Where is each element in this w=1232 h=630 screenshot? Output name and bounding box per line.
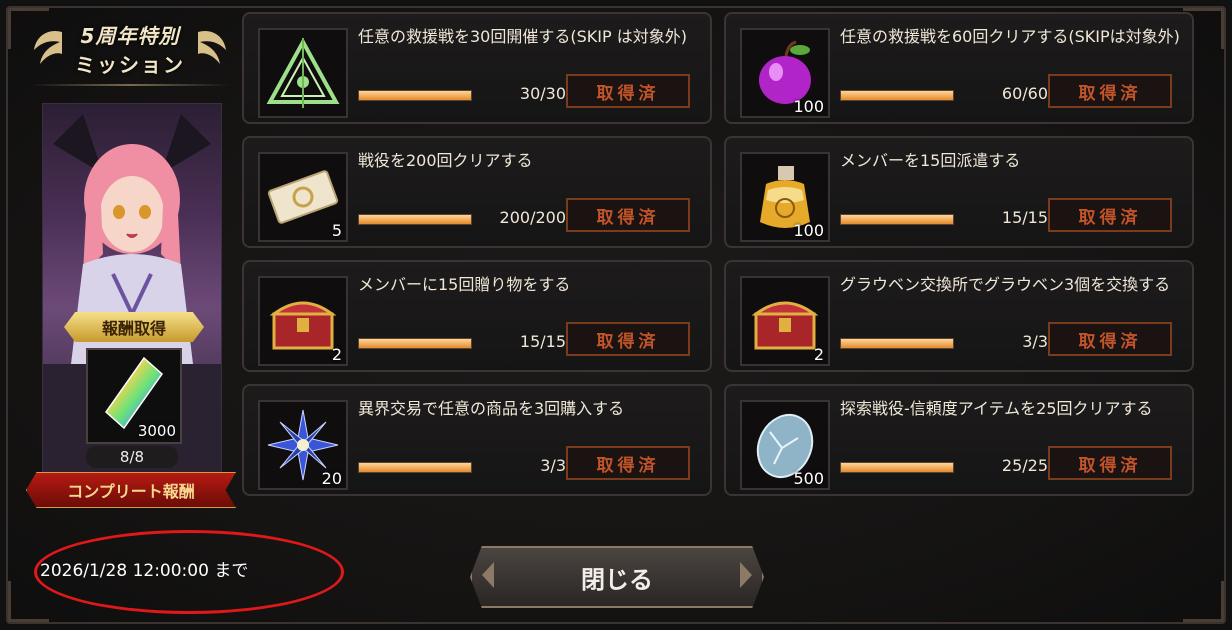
emblem-icon — [266, 37, 340, 108]
mission-reward-item[interactable]: 2 — [258, 276, 348, 366]
claimed-button[interactable]: 取得済 — [566, 446, 690, 480]
ticket-icon — [267, 170, 339, 224]
event-title-line2: ミッション — [75, 53, 185, 77]
mission-progress-bar — [840, 90, 954, 101]
mission-reward-quantity: 2 — [813, 345, 824, 364]
mission-progress-fill — [359, 463, 471, 472]
mission-progress-fill — [841, 215, 953, 224]
mission-title: 異界交易で任意の商品を3回購入する — [358, 399, 625, 418]
mission-title: グラウベン交換所でグラウベン3個を交換する — [840, 275, 1171, 294]
mission-progress-count: 3/3 — [540, 456, 566, 475]
mission-title: 探索戦役-信頼度アイテムを25回クリアする — [840, 399, 1153, 418]
mission-progress-bar — [358, 214, 472, 225]
claimed-button[interactable]: 取得済 — [1048, 446, 1172, 480]
mission-progress-fill — [841, 91, 953, 100]
mission-reward-quantity: 20 — [321, 469, 342, 488]
mission-reward-item[interactable]: 2 — [740, 276, 830, 366]
mission-progress-fill — [359, 339, 471, 348]
mission-title: メンバーに15回贈り物をする — [358, 275, 571, 294]
mission-progress-count: 60/60 — [1001, 84, 1048, 103]
mission-progress-bar — [358, 338, 472, 349]
highlight-circle — [34, 530, 344, 614]
mission-card: 100 メンバーを15回派遣する 15/15 取得済 — [724, 136, 1194, 248]
mission-progress-bar — [358, 462, 472, 473]
mission-reward-item[interactable]: 100 — [740, 152, 830, 242]
mission-reward-item[interactable]: 5 — [258, 152, 348, 242]
claimed-button[interactable]: 取得済 — [566, 74, 690, 108]
mission-progress-bar — [840, 462, 954, 473]
mission-progress-count: 15/15 — [1001, 208, 1048, 227]
close-button-label: 閉じる — [581, 565, 653, 594]
mission-card: 2 メンバーに15回贈り物をする 15/15 取得済 — [242, 260, 712, 372]
mission-reward-quantity: 500 — [793, 469, 824, 488]
mission-progress-fill — [841, 339, 953, 348]
mission-reward-quantity: 5 — [331, 221, 342, 240]
mission-title: 任意の救援戦を30回開催する(SKIP は対象外) — [358, 27, 687, 46]
arrow-ornament-icon — [740, 562, 752, 588]
mission-progress-count: 3/3 — [1022, 332, 1048, 351]
frame-corner-ornament — [8, 581, 49, 622]
mission-reward-item[interactable]: 20 — [258, 400, 348, 490]
frame-corner-ornament — [1183, 581, 1224, 622]
mission-card: 任意の救援戦を30回開催する(SKIP は対象外) 30/30 取得済 — [242, 12, 712, 124]
chest-icon — [269, 301, 337, 350]
close-button[interactable]: 閉じる — [470, 546, 764, 608]
mission-progress-fill — [359, 215, 471, 224]
claimed-button[interactable]: 取得済 — [566, 322, 690, 356]
complete-reward-label: コンプリート報酬 — [26, 472, 236, 508]
mission-progress-bar — [840, 338, 954, 349]
claimed-button[interactable]: 取得済 — [566, 198, 690, 232]
wing-ornament-icon — [34, 30, 62, 64]
mission-card: 2 グラウベン交換所でグラウベン3個を交換する 3/3 取得済 — [724, 260, 1194, 372]
mission-progress-fill — [359, 91, 471, 100]
reward-obtained-label: 報酬取得 — [64, 312, 204, 342]
event-title: 5周年特別 ミッション — [30, 14, 230, 84]
mission-title: 戦役を200回クリアする — [358, 151, 533, 170]
mission-progress-fill — [841, 463, 953, 472]
chest-icon — [751, 301, 819, 350]
mission-reward-item[interactable] — [258, 28, 348, 118]
mission-card: 500 探索戦役-信頼度アイテムを25回クリアする 25/25 取得済 — [724, 384, 1194, 496]
mission-reward-quantity: 100 — [793, 221, 824, 240]
mission-progress-count: 200/200 — [499, 208, 566, 227]
mission-card: 20 異界交易で任意の商品を3回購入する 3/3 取得済 — [242, 384, 712, 496]
mission-progress-count: 25/25 — [1001, 456, 1048, 475]
claimed-button[interactable]: 取得済 — [1048, 198, 1172, 232]
mission-reward-quantity: 2 — [331, 345, 342, 364]
reward-item-slot[interactable]: 3000 — [86, 348, 182, 444]
mission-reward-quantity: 100 — [793, 97, 824, 116]
claimed-button[interactable]: 取得済 — [1048, 322, 1172, 356]
mission-reward-item[interactable]: 100 — [740, 28, 830, 118]
claimed-button[interactable]: 取得済 — [1048, 74, 1172, 108]
mission-progress-count: 30/30 — [519, 84, 566, 103]
wing-ornament-icon — [198, 30, 226, 64]
mission-progress-bar — [840, 214, 954, 225]
mission-title: 任意の救援戦を60回クリアする(SKIPは対象外) — [840, 27, 1180, 46]
arrow-ornament-icon — [482, 562, 494, 588]
mission-card: 5 戦役を200回クリアする 200/200 取得済 — [242, 136, 712, 248]
event-title-line1: 5周年特別 — [80, 24, 180, 48]
mission-progress-count: 15/15 — [519, 332, 566, 351]
mission-title: メンバーを15回派遣する — [840, 151, 1021, 170]
reward-quantity: 3000 — [137, 422, 176, 440]
mission-reward-item[interactable]: 500 — [740, 400, 830, 490]
mission-progress-bar — [358, 90, 472, 101]
mission-progress-count: 8/8 — [86, 446, 178, 468]
title-divider — [30, 84, 230, 86]
mission-card: 100 任意の救援戦を60回クリアする(SKIPは対象外) 60/60 取得済 — [724, 12, 1194, 124]
